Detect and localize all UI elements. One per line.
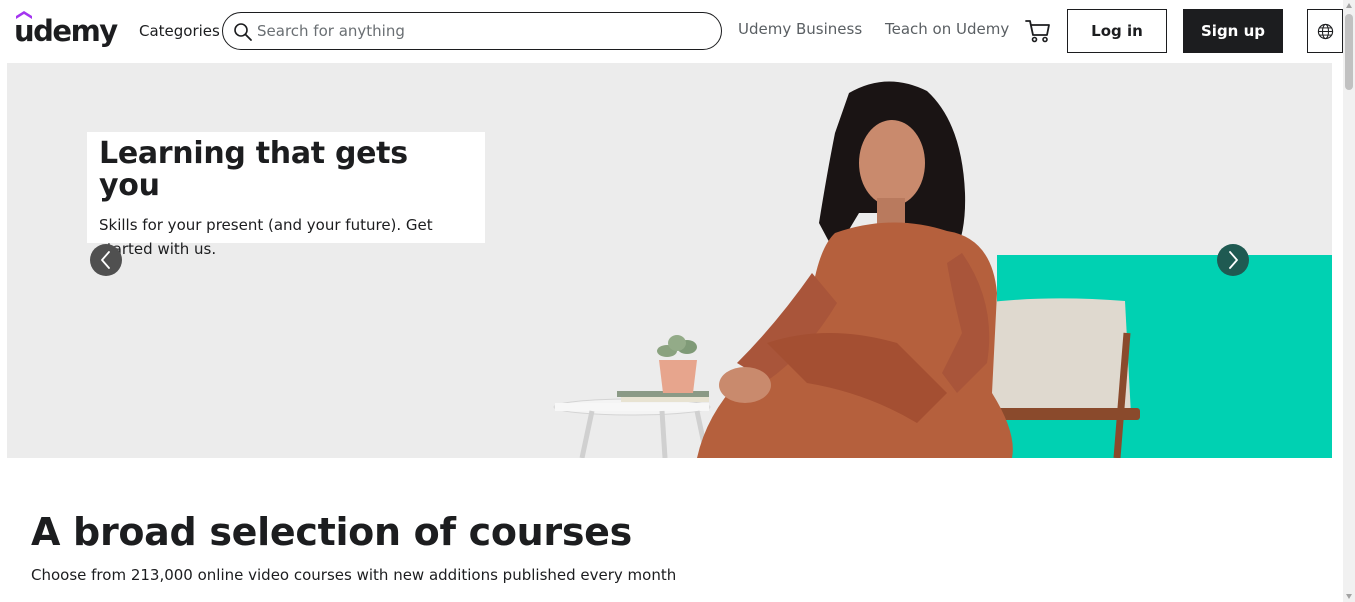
logo-text: udemy: [14, 14, 118, 48]
section-title: A broad selection of courses: [31, 510, 632, 554]
scroll-up-icon[interactable]: [1346, 3, 1352, 8]
cart-icon[interactable]: [1024, 17, 1052, 45]
chevron-right-icon: [1229, 251, 1238, 269]
scroll-thumb[interactable]: [1345, 14, 1353, 90]
hero-title: Learning that gets you: [99, 136, 408, 203]
categories-menu[interactable]: Categories: [139, 22, 220, 40]
language-button[interactable]: [1307, 9, 1343, 53]
teach-on-udemy-link[interactable]: Teach on Udemy: [885, 20, 1009, 38]
carousel-next-button[interactable]: [1217, 244, 1249, 276]
page-scrollbar[interactable]: [1343, 0, 1355, 602]
search-input[interactable]: [257, 19, 707, 43]
globe-icon: [1317, 23, 1334, 40]
search-bar[interactable]: [222, 12, 722, 50]
search-icon[interactable]: [233, 22, 253, 42]
hero-subtitle: Skills for your present (and your future…: [99, 216, 433, 258]
hero-banner: Learning that gets you Skills for your p…: [7, 63, 1332, 458]
top-header: udemy Categories Udemy Business Teach on…: [0, 0, 1343, 62]
chevron-left-icon: [101, 251, 110, 269]
udemy-business-link[interactable]: Udemy Business: [738, 20, 862, 38]
scroll-down-icon[interactable]: [1346, 594, 1352, 599]
udemy-logo[interactable]: udemy: [14, 10, 118, 50]
signup-button[interactable]: Sign up: [1183, 9, 1283, 53]
login-button[interactable]: Log in: [1067, 9, 1167, 53]
hero-card: Learning that gets you Skills for your p…: [87, 132, 485, 258]
carousel-prev-button[interactable]: [90, 244, 122, 276]
section-subtitle: Choose from 213,000 online video courses…: [31, 566, 677, 584]
